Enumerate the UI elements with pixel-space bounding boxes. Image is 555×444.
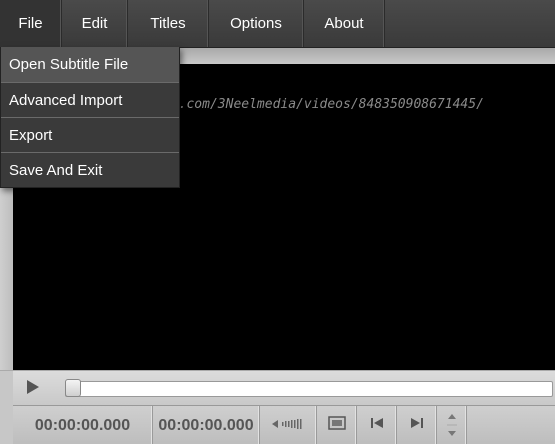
play-icon [26, 379, 40, 400]
fullscreen-icon [327, 416, 346, 435]
menu-bar: File Edit Titles Options About [0, 0, 555, 48]
file-dropdown-menu: Open Subtitle File Advanced Import Expor… [0, 47, 180, 188]
skip-previous-icon [370, 416, 384, 435]
next-button[interactable] [397, 406, 437, 444]
menu-options[interactable]: Options [209, 0, 304, 47]
menu-titles[interactable]: Titles [128, 0, 209, 47]
stepper-arrows-icon [446, 412, 457, 440]
volume-icon [271, 418, 305, 433]
previous-button[interactable] [357, 406, 397, 444]
video-overlay-text-line2: ok.com/3Neelmedia/videos/848350908671445… [163, 97, 484, 112]
fullscreen-button[interactable] [317, 406, 357, 444]
current-time-display: 00:00:00.000 [13, 406, 153, 444]
controls-left-cap [0, 370, 13, 444]
menu-item-open-subtitle-file[interactable]: Open Subtitle File [1, 47, 179, 82]
seek-slider-track[interactable] [65, 381, 553, 397]
menu-edit[interactable]: Edit [62, 0, 128, 47]
skip-next-icon [410, 416, 424, 435]
bottom-controls: 00:00:00.000 00:00:00.000 [13, 405, 555, 444]
playback-bar [13, 370, 555, 406]
stepper-control[interactable] [437, 406, 467, 444]
total-time-display: 00:00:00.000 [153, 406, 260, 444]
menu-item-save-and-exit[interactable]: Save And Exit [1, 152, 179, 187]
play-button[interactable] [17, 376, 49, 402]
menu-about[interactable]: About [304, 0, 385, 47]
menu-item-export[interactable]: Export [1, 117, 179, 152]
subtitle-editor-app: File Edit Titles Options About n: ok.com… [0, 0, 555, 444]
seek-slider-handle[interactable] [65, 379, 81, 397]
menu-item-advanced-import[interactable]: Advanced Import [1, 82, 179, 117]
menu-file[interactable]: File [0, 0, 62, 47]
volume-button[interactable] [260, 406, 317, 444]
